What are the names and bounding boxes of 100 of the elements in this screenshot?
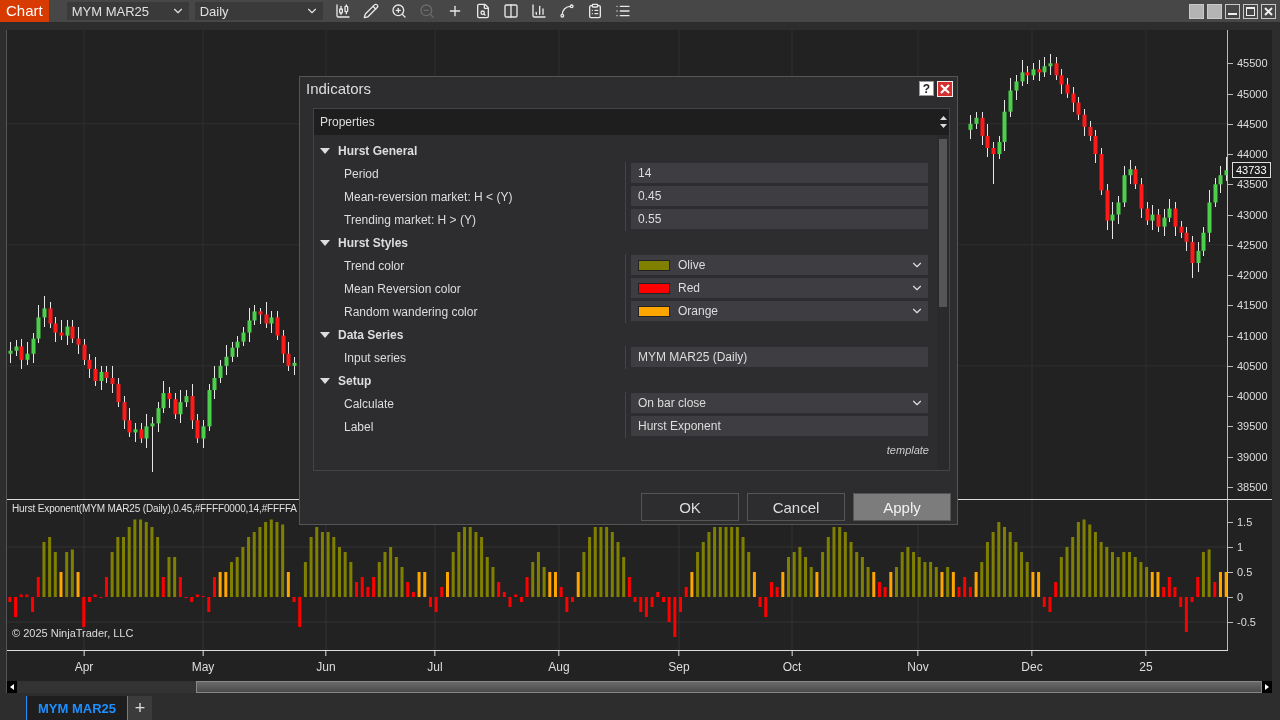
value-field[interactable]: 0.45 [631, 186, 928, 206]
bar [411, 592, 415, 597]
bar [1218, 572, 1222, 597]
bar [696, 552, 700, 597]
bar [110, 552, 114, 597]
bar [508, 597, 512, 607]
bar [792, 552, 796, 597]
bar [497, 582, 501, 597]
current-price-label: 43733 [1232, 162, 1271, 178]
candlestick [42, 295, 47, 328]
candlestick [150, 416, 155, 473]
up-arrow-icon[interactable] [939, 116, 947, 120]
bar [974, 572, 978, 597]
value-field[interactable]: Hurst Exponent [631, 416, 928, 436]
bar [946, 567, 950, 597]
bar [1054, 582, 1058, 597]
bar [1065, 547, 1069, 597]
value-field[interactable]: MYM MAR25 (Daily) [631, 347, 928, 367]
candlestick [1093, 129, 1098, 164]
month-label: 25 [1139, 651, 1153, 674]
candlestick [212, 365, 217, 400]
instrument-dropdown[interactable]: MYM MAR25 [66, 2, 189, 20]
expand-triangle-icon[interactable] [320, 146, 330, 155]
bar [804, 557, 808, 597]
candlestick [65, 319, 70, 346]
scroll-left-icon[interactable] [7, 681, 17, 693]
bar [571, 597, 575, 602]
bar [815, 572, 819, 597]
candlestick [1048, 53, 1053, 76]
bar [247, 537, 251, 597]
copyright-text: © 2025 NinjaTrader, LLC [12, 627, 134, 639]
bar [912, 552, 916, 597]
bar [985, 542, 989, 597]
minimize-icon[interactable] [1225, 3, 1240, 19]
bar [1167, 577, 1171, 597]
bar [474, 532, 478, 597]
bar [661, 597, 665, 602]
help-button[interactable]: ? [919, 81, 934, 96]
add-tab-button[interactable]: + [128, 696, 152, 720]
color-dropdown[interactable]: Orange [631, 301, 928, 321]
expand-triangle-icon[interactable] [320, 330, 330, 339]
chart-tab[interactable]: MYM MAR25 [26, 696, 128, 720]
bar [872, 572, 876, 597]
bar [1110, 552, 1114, 597]
bar [838, 527, 842, 597]
candlestick [1008, 77, 1013, 118]
candlestick [36, 304, 41, 344]
down-arrow-icon[interactable] [939, 124, 947, 128]
bar [553, 572, 557, 597]
category-label: Hurst General [338, 143, 418, 158]
candlestick [116, 377, 121, 408]
bar [463, 527, 467, 597]
expand-triangle-icon[interactable] [320, 376, 330, 385]
candlestick [252, 304, 257, 326]
candlestick [70, 319, 75, 344]
interval-dropdown[interactable]: Daily [194, 2, 323, 20]
close-icon[interactable] [1261, 3, 1276, 19]
bar [713, 527, 717, 597]
bar [923, 562, 927, 597]
bar [281, 524, 285, 597]
scrollbar-thumb[interactable] [939, 139, 947, 307]
candlestick [82, 338, 87, 366]
candlestick [161, 380, 166, 414]
window-button[interactable] [1189, 3, 1204, 19]
candlestick [48, 301, 53, 329]
candlestick [59, 319, 64, 341]
bar [406, 582, 410, 597]
value-dropdown[interactable]: On bar close [631, 393, 928, 413]
bar [787, 557, 791, 597]
scrollbar-thumb[interactable] [196, 681, 1262, 693]
bar [332, 537, 336, 597]
candlestick [991, 141, 996, 185]
bar [559, 587, 563, 597]
bar [298, 597, 302, 627]
color-dropdown[interactable]: Red [631, 278, 928, 298]
maximize-icon[interactable] [1243, 3, 1258, 19]
scroll-right-icon[interactable] [1262, 681, 1272, 693]
month-label: Dec [1021, 651, 1043, 674]
candlestick [1156, 208, 1161, 233]
dialog-button[interactable]: OK [641, 493, 739, 521]
bar [1071, 537, 1075, 597]
bar [735, 527, 739, 597]
candlestick [110, 365, 115, 394]
candlestick [241, 326, 246, 347]
bar [349, 562, 353, 597]
color-dropdown[interactable]: Olive [631, 255, 928, 275]
bar [127, 527, 131, 597]
window-button[interactable] [1207, 3, 1222, 19]
bar [616, 542, 620, 597]
bar [1059, 557, 1063, 597]
bar [150, 527, 154, 597]
value-field[interactable]: 0.55 [631, 209, 928, 229]
expand-triangle-icon[interactable] [320, 238, 330, 247]
bar [116, 537, 120, 597]
value-field[interactable]: 14 [631, 163, 928, 183]
bar [775, 587, 779, 597]
dialog-button[interactable]: Cancel [747, 493, 845, 521]
candlestick [980, 111, 985, 146]
template-link[interactable]: template [886, 444, 929, 456]
close-button[interactable] [937, 80, 953, 97]
